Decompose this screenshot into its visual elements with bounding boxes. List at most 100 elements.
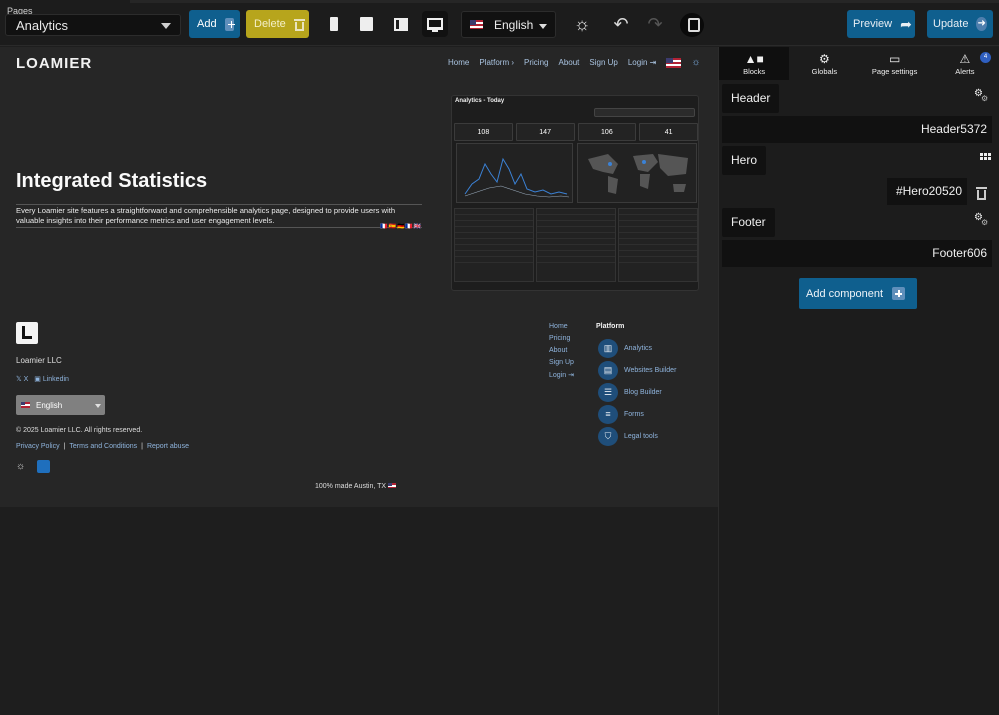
site-nav-platform[interactable]: Platform › bbox=[479, 58, 514, 67]
add-button[interactable]: Add bbox=[189, 10, 240, 38]
terms-link[interactable]: Terms and Conditions bbox=[69, 443, 137, 450]
gears-icon[interactable] bbox=[974, 88, 989, 103]
tablet-view-button[interactable] bbox=[353, 11, 379, 37]
block-footer-title[interactable]: Footer bbox=[722, 208, 775, 237]
tab-label: Alerts bbox=[955, 67, 975, 76]
block-header-title[interactable]: Header bbox=[722, 84, 780, 113]
gears-icon[interactable] bbox=[974, 212, 989, 227]
toolbar-divider bbox=[130, 0, 999, 3]
lock-icon[interactable] bbox=[37, 460, 51, 473]
tab-alerts[interactable]: ⚠ Alerts 4 bbox=[930, 47, 999, 80]
laptop-icon bbox=[394, 17, 408, 31]
footer-nav-signup[interactable]: Sign Up bbox=[549, 359, 574, 366]
undo-icon[interactable]: ↶ bbox=[609, 12, 633, 36]
linkedin-link[interactable]: ▣ Linkedin bbox=[34, 375, 69, 383]
analytics-icon: ▥ bbox=[598, 339, 618, 358]
block-hero-title[interactable]: Hero bbox=[722, 146, 767, 175]
tab-globals[interactable]: ⚙ Globals bbox=[789, 47, 859, 80]
platform-item-blog-builder[interactable]: ☰ Blog Builder bbox=[598, 383, 676, 402]
add-component-button[interactable]: Add component bbox=[799, 278, 917, 309]
phone-icon bbox=[330, 17, 338, 31]
separator: | bbox=[141, 443, 143, 450]
hero-title: Integrated Statistics bbox=[16, 170, 208, 192]
desktop-view-button[interactable] bbox=[422, 11, 448, 37]
language-select[interactable]: English bbox=[461, 11, 556, 38]
block-footer-id[interactable]: Footer606 bbox=[722, 240, 992, 267]
mascot-icon[interactable] bbox=[680, 13, 704, 37]
chevron-down-icon bbox=[161, 23, 171, 29]
made-in: 100% made Austin, TX bbox=[315, 483, 397, 490]
plus-icon bbox=[892, 287, 906, 300]
preview-button-label: Preview bbox=[853, 18, 893, 30]
update-button[interactable]: Update ➜ bbox=[927, 10, 993, 38]
sun-icon[interactable]: ☼ bbox=[691, 57, 700, 68]
sun-icon[interactable]: ☼ bbox=[570, 12, 594, 36]
company-name: Loamier LLC bbox=[16, 356, 62, 365]
platform-item-label: Legal tools bbox=[624, 433, 658, 440]
chevron-down-icon bbox=[539, 24, 547, 29]
trash-icon[interactable] bbox=[976, 187, 987, 200]
kpi-card: 147 bbox=[515, 123, 575, 141]
footer-nav-login[interactable]: Login ⇥ bbox=[549, 371, 574, 379]
language-flags-icon: 🇫🇷🇪🇸🇩🇪🇫🇷🇬🇧 bbox=[380, 224, 423, 230]
delete-button[interactable]: Delete bbox=[246, 10, 309, 38]
kpi-card: 108 bbox=[454, 123, 513, 141]
footer-language-select[interactable]: English bbox=[16, 395, 105, 415]
footer-nav-about[interactable]: About bbox=[549, 347, 574, 354]
block-header-id[interactable]: Header5372 bbox=[722, 116, 992, 143]
redo-icon[interactable]: ↷ bbox=[643, 12, 667, 36]
tablet-icon bbox=[359, 17, 373, 31]
privacy-policy-link[interactable]: Privacy Policy bbox=[16, 443, 60, 450]
platform-item-analytics[interactable]: ▥ Analytics bbox=[598, 339, 676, 358]
page-select-value: Analytics bbox=[16, 18, 69, 33]
update-button-label: Update bbox=[933, 18, 969, 30]
platform-item-websites-builder[interactable]: ▤ Websites Builder bbox=[598, 361, 676, 380]
us-flag-icon bbox=[21, 402, 30, 408]
site-nav-home[interactable]: Home bbox=[448, 58, 469, 67]
platform-item-legal-tools[interactable]: ⛉ Legal tools bbox=[598, 427, 676, 446]
platform-item-label: Blog Builder bbox=[624, 389, 662, 396]
block-hero-id[interactable]: #Hero20520 bbox=[887, 178, 967, 205]
platform-item-forms[interactable]: ≡ Forms bbox=[598, 405, 676, 424]
us-flag-icon bbox=[388, 483, 397, 488]
footer-logo[interactable] bbox=[16, 322, 38, 344]
report-abuse-link[interactable]: Report abuse bbox=[147, 443, 189, 450]
preview-button[interactable]: Preview ➦ bbox=[847, 10, 915, 38]
share-arrow-icon: ➦ bbox=[900, 15, 912, 32]
tab-blocks[interactable]: ▲■ Blocks bbox=[719, 47, 790, 80]
site-nav-about[interactable]: About bbox=[558, 58, 579, 67]
platform-item-label: Analytics bbox=[624, 345, 653, 352]
tab-label: Page settings bbox=[871, 67, 918, 76]
footer-nav-pricing[interactable]: Pricing bbox=[549, 335, 574, 342]
tab-label: Blocks bbox=[743, 67, 766, 76]
tab-page-settings[interactable]: ▭ Page settings bbox=[860, 47, 930, 80]
analytics-screenshot-title: Analytics - Today bbox=[455, 98, 505, 104]
browser-window-icon: ▭ bbox=[888, 52, 901, 66]
phone-view-button[interactable] bbox=[321, 11, 347, 37]
sidebar-tabs: ▲■ Blocks ⚙ Globals ▭ Page settings ⚠ Al… bbox=[719, 47, 999, 80]
site-preview[interactable]: LOAMIER Home Platform › Pricing About Si… bbox=[0, 47, 718, 507]
page-select[interactable]: Analytics bbox=[5, 14, 181, 36]
site-nav-signup[interactable]: Sign Up bbox=[589, 58, 617, 67]
site-logo[interactable]: LOAMIER bbox=[16, 55, 92, 72]
hero-description: Every Loamier site features a straightfo… bbox=[16, 204, 422, 228]
analytics-period-dropdown bbox=[594, 108, 695, 117]
site-nav-login[interactable]: Login ⇥ bbox=[628, 58, 657, 67]
laptop-view-button[interactable] bbox=[388, 11, 414, 37]
trash-icon bbox=[293, 18, 305, 31]
site-nav-pricing[interactable]: Pricing bbox=[524, 58, 548, 67]
us-flag-icon[interactable] bbox=[666, 57, 682, 68]
delete-button-label: Delete bbox=[254, 18, 286, 30]
desktop-icon bbox=[427, 18, 443, 32]
social-links: 𝕏 X ▣ Linkedin bbox=[16, 375, 69, 383]
footer-nav-home[interactable]: Home bbox=[549, 323, 574, 330]
top-toolbar: Pages Analytics Add Delete English ☼ ↶ ↷… bbox=[0, 0, 999, 46]
footer-language-value: English bbox=[36, 401, 63, 410]
sun-icon[interactable]: ☼ bbox=[16, 461, 25, 472]
x-link[interactable]: 𝕏 X bbox=[16, 375, 28, 383]
editor-canvas: LOAMIER Home Platform › Pricing About Si… bbox=[0, 47, 718, 715]
chevron-down-icon bbox=[95, 404, 101, 408]
analytics-table bbox=[618, 208, 698, 282]
platform-list: ▥ Analytics ▤ Websites Builder ☰ Blog Bu… bbox=[598, 339, 676, 446]
grid-dots-icon[interactable] bbox=[980, 153, 992, 160]
